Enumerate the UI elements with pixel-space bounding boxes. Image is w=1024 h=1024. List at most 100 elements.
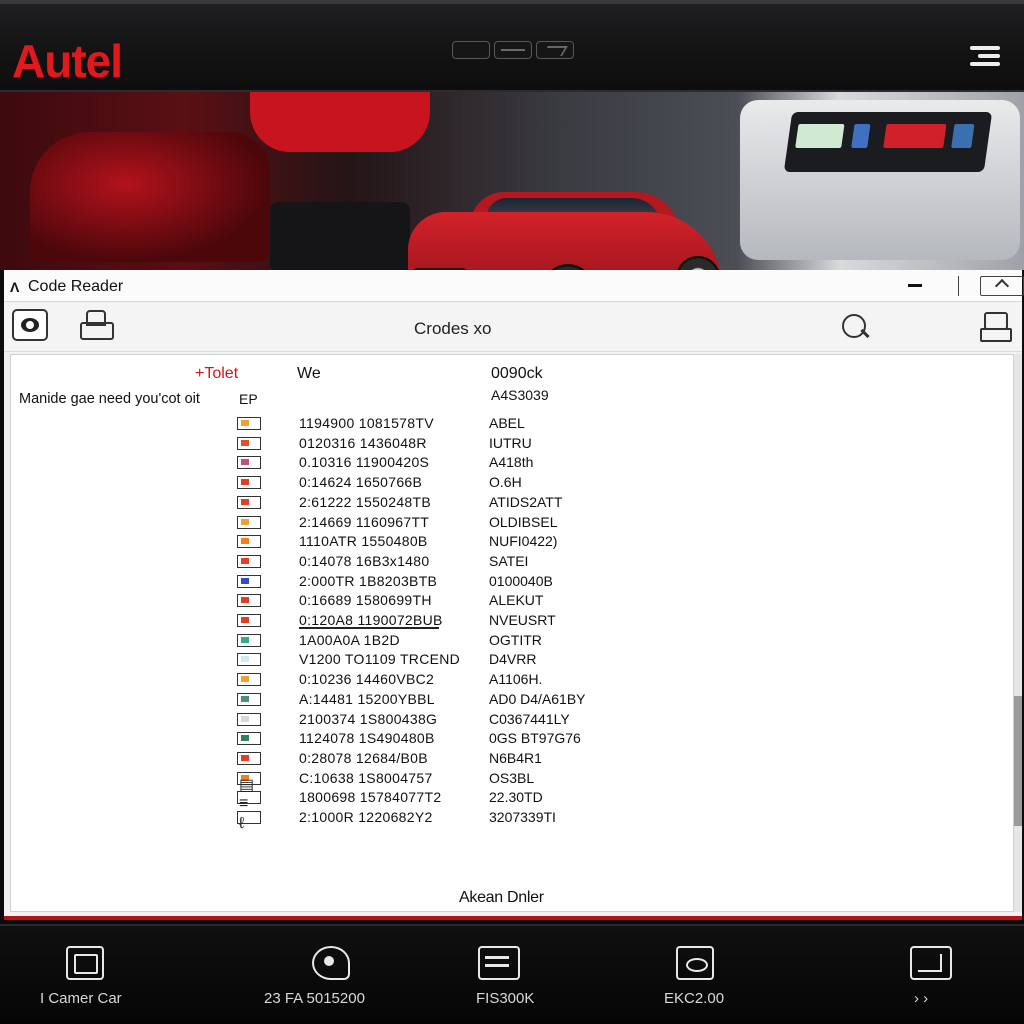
banner-seat-top [250,92,430,152]
dtc-value: ABEL [489,415,525,431]
nav-item-4[interactable]: EKC2.00 [600,926,800,1024]
column-header-1[interactable]: +Tolet [195,365,238,383]
dtc-value: N6B4R1 [489,749,542,766]
window-mode-button-1[interactable] [452,41,490,59]
app-mark-icon: Λ [10,279,20,295]
column-header-3[interactable]: 0090ck [491,365,543,383]
hero-banner [0,92,1024,270]
status-flag-icon [237,535,261,549]
status-flag-icon [237,495,261,509]
column-header-2[interactable]: We [297,365,321,383]
table-row[interactable]: 0120316 1436048R IUTRU [11,433,711,453]
dtc-code: A:14481 15200YBBL [299,690,435,707]
table-row[interactable]: 2:61222 1550248TB ATIDS2ATT [11,492,711,512]
banner-red-car [408,212,722,270]
dtc-value: ATIDS2ATT [489,493,563,510]
table-row[interactable]: V1200 TO1109 TRCEND D4VRR [11,649,711,669]
code-list-panel: +Tolet We 0090ck Manide gae need you'cot… [10,354,1014,912]
status-flag-icon [237,515,261,529]
nav-item-2[interactable]: 23 FA 5015200 [200,926,400,1024]
table-row[interactable]: 0:28078 12684/B0B N6B4R1 [11,748,711,768]
screen-icon [910,946,952,980]
dtc-code: 2:1000R 1220682Y2 [299,809,433,825]
restore-button[interactable] [980,276,1024,296]
dtc-value: 0GS BT97G76 [489,730,581,747]
menu-icon[interactable] [970,46,1000,68]
minimize-button[interactable] [908,284,922,287]
device-icon[interactable] [978,310,1014,342]
banner-console [270,202,410,270]
status-flag-icon [237,712,261,726]
dtc-code: 2:000TR 1B8203BTB [299,572,438,589]
vertical-scrollbar[interactable] [1014,354,1022,912]
side-note: Manide gae need you'cot oit [19,391,200,407]
dtc-value: C0367441LY [489,710,570,727]
window-title: Code Reader [28,278,124,295]
banner-device-screen [783,112,993,172]
dtc-code: 0.10316 11900420S [299,454,430,471]
table-row[interactable]: 2:14669 1160967TT OLDIBSEL [11,512,711,532]
tool-icon: ℓ [239,815,245,832]
window-mode-button-2[interactable] [494,41,532,59]
dtc-value: OLDIBSEL [489,513,558,530]
dtc-code: 1124078 1S490480B [299,730,435,747]
dtc-code: V1200 TO1109 TRCEND [299,651,461,668]
status-flag-icon [237,456,261,470]
dtc-code: 0:28078 12684/B0B [299,749,428,766]
table-row[interactable]: 0:10236 14460VBC2 A1106H. [11,669,711,689]
table-row[interactable]: 0:14624 1650766B O.6H [11,472,711,492]
nav-item-3[interactable]: FIS300K [400,926,600,1024]
table-row[interactable]: 2:000TR 1B8203BTB 0100040B [11,571,711,591]
dtc-code: 2100374 1S800438G [299,710,438,727]
table-row[interactable]: 0:16689 1580699TH ALEKUT [11,590,711,610]
dtc-value: SATEI [489,552,529,569]
table-row[interactable]: A:14481 15200YBBL AD0 D4/A61BY [11,689,711,709]
code-reader-window: Λ Code Reader Crodes xo +Tolet We 0090ck… [4,270,1024,920]
window-toolbar: Crodes xo [4,302,1022,352]
table-row[interactable]: C:10638 1S8004757 OS3BL [11,768,711,788]
status-flag-icon [237,574,261,588]
table-row[interactable]: 1A00A0A 1B2D OGTITR [11,630,711,650]
dtc-value: OGTITR [489,631,542,648]
dtc-value: D4VRR [489,651,537,668]
dtc-value: 22.30TD [489,789,543,806]
table-row[interactable]: 1800698 15784077T2 22.30TD [11,787,711,807]
table-row[interactable]: 1124078 1S490480B 0GS BT97G76 [11,728,711,748]
table-row[interactable]: 2100374 1S800438G C0367441LY [11,709,711,729]
printer-icon[interactable] [78,310,114,342]
app-header: Autel [0,0,1024,92]
nav-item-5[interactable]: › › [800,926,1000,1024]
dtc-value: ALEKUT [489,592,544,609]
diagnostic-icon [312,946,350,980]
status-flag-icon [237,692,261,706]
view-icon[interactable] [12,309,48,341]
dtc-value: AD0 D4/A61BY [489,690,586,707]
scrollbar-thumb[interactable] [1014,696,1022,826]
nav-label: I Camer Car [40,990,122,1007]
banner-car-seat [30,132,270,262]
status-flag-icon [237,476,261,490]
row-divider [299,627,439,629]
table-row[interactable]: 1194900 1081578TV ABEL [11,413,711,433]
dtc-value: OS3BL [489,769,535,786]
table-row[interactable]: 0:14078 16B3x1480 SATEI [11,551,711,571]
dtc-code: 1A00A0A 1B2D [299,631,400,648]
ep-label: EP [239,391,258,407]
nav-item-camer-car[interactable]: I Camer Car [0,926,200,1024]
status-flag-icon [237,436,261,450]
status-flag-icon [237,554,261,568]
dtc-code: 1110ATR 1550480B [299,533,428,550]
search-icon[interactable] [840,312,870,342]
table-row[interactable]: 1110ATR 1550480B NUFI0422) [11,531,711,551]
table-row[interactable]: 2:1000R 1220682Y2 3207339TI [11,807,711,827]
dtc-value: 0100040B [489,572,553,589]
dtc-code: 0:10236 14460VBC2 [299,671,435,688]
nav-label: 23 FA 5015200 [264,990,365,1007]
list-icon: ≡ [239,795,249,812]
panel-footer-text: Akean Dnler [459,889,544,906]
table-row[interactable]: 0.10316 11900420S A418th [11,452,711,472]
window-mode-button-3[interactable] [536,41,574,59]
bottom-navigation: I Camer Car 23 FA 5015200 FIS300K EKC2.0… [0,924,1024,1024]
nav-label: FIS300K [476,990,535,1007]
window-mode-controls [452,41,574,59]
